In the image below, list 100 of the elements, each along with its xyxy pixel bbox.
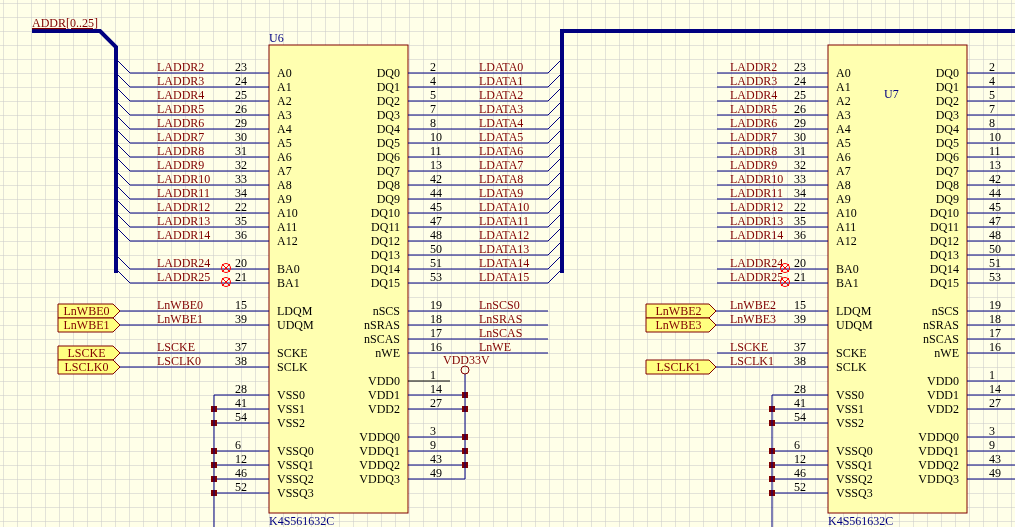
pin-name: A1 — [277, 80, 292, 94]
pin-number: 44 — [989, 186, 1001, 200]
bus-entry — [117, 256, 131, 270]
pin-number: 48 — [430, 228, 442, 242]
wire — [966, 100, 1015, 102]
port-label[interactable]: LSCLK1 — [645, 359, 717, 375]
net-label: LDATA10 — [479, 200, 530, 214]
bus-entry — [547, 172, 561, 186]
pin-name: VSSQ1 — [836, 458, 873, 472]
net-label: LDATA13 — [479, 242, 530, 256]
pin-number: 21 — [235, 270, 247, 284]
pin-number: 2 — [430, 60, 436, 74]
wire — [966, 128, 1015, 130]
net-label: LADDR13 — [730, 214, 784, 228]
wire — [966, 142, 1015, 144]
pin-number: 24 — [235, 74, 247, 88]
wire — [966, 268, 1015, 270]
bus-entry — [547, 186, 561, 200]
pin-number: 24 — [794, 74, 806, 88]
pin-name: nSCS — [931, 304, 959, 318]
pin-number: 18 — [989, 312, 1001, 326]
pin-number: 27 — [989, 396, 1001, 410]
pin-number: 3 — [989, 424, 995, 438]
pin-number: 18 — [430, 312, 442, 326]
pin-number: 13 — [430, 158, 442, 172]
pin-number: 20 — [794, 256, 806, 270]
pin-number: 47 — [430, 214, 442, 228]
pin-number: 54 — [794, 410, 806, 424]
pin-name: A11 — [836, 220, 857, 234]
port-label[interactable]: LSCLK0 — [57, 359, 121, 375]
pin-name: DQ12 — [370, 234, 400, 248]
port-label[interactable]: LSCKE — [57, 345, 121, 361]
pin-name: A10 — [277, 206, 298, 220]
net-label: LADDR6 — [730, 116, 778, 130]
pin-number: 49 — [430, 466, 442, 480]
pin-number: 39 — [235, 312, 247, 326]
net-label: LDATA15 — [479, 270, 530, 284]
net-label: LADDR3 — [157, 74, 205, 88]
port-label[interactable]: LnWBE3 — [645, 317, 717, 333]
pin-name: VSS2 — [836, 416, 864, 430]
bus-entry — [547, 74, 561, 88]
wire — [966, 254, 1015, 256]
wire — [213, 394, 270, 396]
net-label: LDATA7 — [479, 158, 524, 172]
pin-name: VDD2 — [368, 402, 400, 416]
pin-name: DQ9 — [376, 192, 400, 206]
bus-entry — [117, 270, 131, 284]
bus-entry — [547, 130, 561, 144]
pin-number: 14 — [430, 382, 442, 396]
pin-name: LDQM — [836, 304, 872, 318]
bus-entry — [547, 214, 561, 228]
pin-name: VDD0 — [368, 374, 400, 388]
pin-name: VSS1 — [277, 402, 305, 416]
pin-number: 54 — [235, 410, 247, 424]
pin-number: 9 — [989, 438, 995, 452]
wire — [966, 198, 1015, 200]
pin-number: 22 — [794, 200, 806, 214]
net-label: LADDR25 — [157, 270, 211, 284]
pin-name: A0 — [836, 66, 851, 80]
pin-number: 15 — [794, 298, 806, 312]
pin-name: A12 — [836, 234, 857, 248]
net-label: LDATA14 — [479, 256, 530, 270]
wire — [966, 72, 1015, 74]
net-label: LnSRAS — [479, 312, 523, 326]
pin-name: DQ14 — [929, 262, 959, 276]
net-label: LADDR25 — [730, 270, 784, 284]
pin-name: A8 — [836, 178, 851, 192]
port-label[interactable]: LnWBE1 — [57, 317, 121, 333]
pin-number: 7 — [989, 102, 995, 116]
port-label[interactable]: LnWBE0 — [57, 303, 121, 319]
pin-number: 14 — [989, 382, 1001, 396]
pin-number: 11 — [430, 144, 442, 158]
pin-name: A2 — [836, 94, 851, 108]
port-label[interactable]: LnWBE2 — [645, 303, 717, 319]
pin-name: VDD1 — [368, 388, 400, 402]
pin-name: VDDQ1 — [918, 444, 959, 458]
pin-name: A12 — [277, 234, 298, 248]
bus-entry — [117, 214, 131, 228]
pin-name: A4 — [836, 122, 851, 136]
pin-number: 34 — [235, 186, 247, 200]
net-label: LnWBE0 — [157, 298, 203, 312]
pin-name: A5 — [836, 136, 851, 150]
pin-name: VDDQ0 — [918, 430, 959, 444]
wire — [407, 380, 451, 382]
pin-number: 20 — [235, 256, 247, 270]
power-net-label: VDD33V — [443, 353, 490, 367]
net-label: LADDR7 — [730, 130, 778, 144]
pin-name: UDQM — [277, 318, 314, 332]
pin-number: 6 — [794, 438, 800, 452]
pin-number: 17 — [430, 326, 442, 340]
wire — [966, 240, 1015, 242]
pin-name: DQ0 — [376, 66, 400, 80]
pin-number: 35 — [794, 214, 806, 228]
pin-number: 31 — [235, 144, 247, 158]
pin-number: 9 — [430, 438, 436, 452]
pin-number: 1 — [430, 368, 436, 382]
pin-number: 33 — [794, 172, 806, 186]
pin-name: DQ6 — [376, 150, 400, 164]
net-label: LADDR8 — [157, 144, 205, 158]
net-label: LADDR14 — [157, 228, 211, 242]
